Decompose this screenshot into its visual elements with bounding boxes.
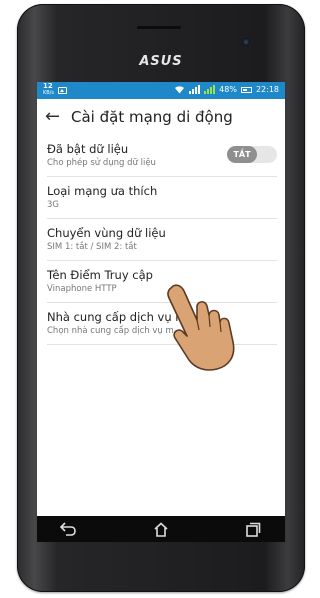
setting-title: Tên Điểm Truy cập	[47, 268, 153, 282]
network-speed-indicator: 12 KB/s	[43, 82, 54, 97]
setting-subtitle: SIM 1: tắt / SIM 2: tắt	[47, 242, 137, 252]
status-time: 22:18	[255, 85, 279, 94]
setting-mobile-data[interactable]: Đã bật dữ liệu Cho phép sử dụng dữ liệu …	[47, 135, 277, 177]
setting-subtitle: 3G	[47, 200, 59, 210]
mobile-data-toggle[interactable]: TẮT	[227, 146, 277, 163]
pointing-hand-icon	[167, 284, 235, 371]
image-notification-icon	[58, 86, 67, 94]
battery-icon	[240, 86, 252, 93]
wifi-icon	[175, 86, 185, 94]
setting-data-roaming[interactable]: Chuyển vùng dữ liệu SIM 1: tắt / SIM 2: …	[47, 219, 277, 261]
navigation-bar	[37, 516, 285, 542]
brand-logo: ASUS	[139, 54, 183, 69]
signal-icon	[189, 85, 201, 94]
front-camera	[242, 38, 250, 46]
setting-title: Loại mạng ưa thích	[47, 184, 158, 198]
home-nav-icon[interactable]	[152, 520, 170, 538]
earpiece-speaker	[137, 26, 181, 29]
battery-percentage: 48%	[219, 85, 237, 94]
recent-apps-icon[interactable]	[244, 520, 262, 538]
back-nav-icon[interactable]	[59, 520, 77, 538]
setting-title: Chuyển vùng dữ liệu	[47, 226, 166, 240]
setting-preferred-network[interactable]: Loại mạng ưa thích 3G	[47, 177, 277, 219]
status-bar: 12 KB/s 48% 22:18	[37, 82, 285, 99]
toggle-knob: TẮT	[227, 146, 257, 163]
page-title: Cài đặt mạng di động	[71, 108, 233, 126]
sim2-signal-icon	[204, 85, 216, 94]
app-bar: ← Cài đặt mạng di động	[37, 99, 285, 135]
arrow-left-icon[interactable]: ←	[45, 108, 65, 126]
